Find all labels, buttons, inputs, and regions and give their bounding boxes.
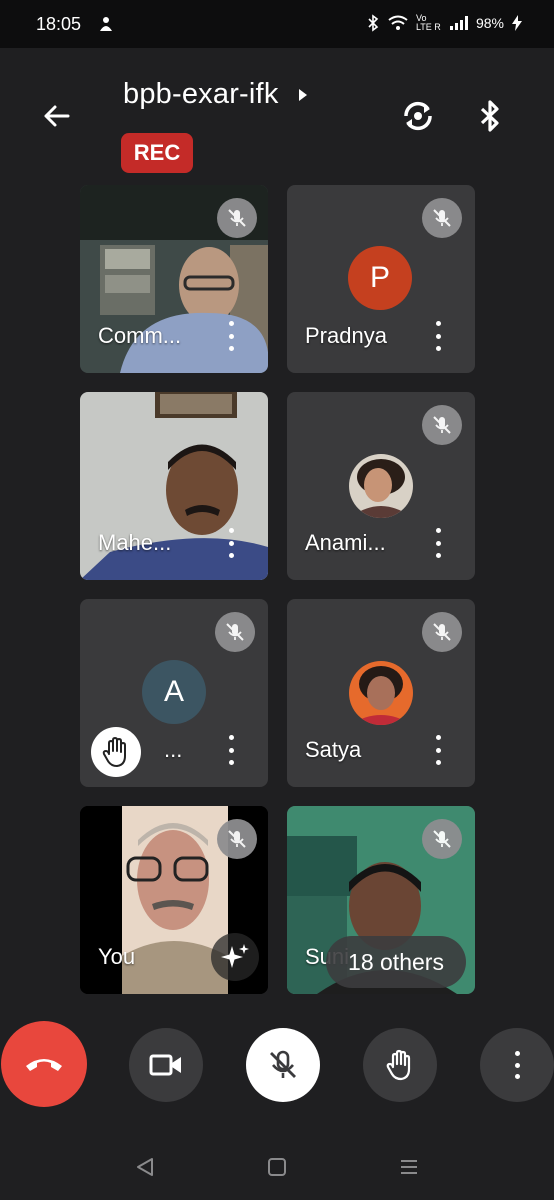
status-time: 18:05 [36,14,82,34]
participant-name: Comm... [98,323,182,348]
square-home-icon [268,1158,286,1176]
network-label: Vo LTE R [415,13,441,32]
participant-tile[interactable]: A ... [80,599,268,787]
mic-off-icon [270,1050,296,1078]
back-arrow-icon [44,105,70,127]
participant-tile[interactable]: Anami... [287,392,475,580]
status-icons: Vo LTE R 98% [366,14,522,32]
others-button[interactable]: 18 others [326,936,466,988]
signal-icon [449,16,468,30]
raised-hand-indicator [91,727,141,777]
more-options-icon[interactable] [227,528,235,558]
muted-indicator [422,405,462,445]
more-options-icon[interactable] [434,735,442,765]
muted-indicator [422,198,462,238]
participant-tile[interactable]: Satya [287,599,475,787]
status-bar: 18:05 Vo LTE R 98% [0,0,554,48]
mic-off-icon [228,209,246,227]
wifi-icon [388,15,408,30]
muted-indicator [215,612,255,652]
nav-home-button[interactable] [262,1152,292,1182]
bluetooth-audio-button[interactable] [470,96,510,136]
muted-indicator [217,819,257,859]
meeting-code: bpb-exar-ifk [123,78,279,110]
more-options-icon[interactable] [227,735,235,765]
bluetooth-status-icon [368,14,379,32]
nav-back-button[interactable] [130,1152,160,1182]
more-options-icon[interactable] [434,528,442,558]
participant-name: You [98,944,136,969]
system-nav-bar [0,1130,554,1200]
participant-name: Mahe... [98,530,172,555]
mic-off-icon [433,416,451,434]
muted-indicator [422,612,462,652]
hang-up-icon [26,1059,62,1071]
raise-hand-button[interactable] [363,1028,437,1102]
mic-off-icon [433,830,451,848]
participant-name: Satya [305,737,362,762]
effects-button[interactable] [211,933,259,981]
recording-badge: REC [121,133,193,173]
triangle-back-icon [137,1158,153,1176]
microphone-toggle-button[interactable] [246,1028,320,1102]
raise-hand-icon [386,1049,411,1081]
more-vert-icon [513,1051,521,1079]
mic-off-icon [228,830,246,848]
mic-off-icon [433,209,451,227]
more-options-icon[interactable] [434,321,442,351]
more-options-button[interactable] [480,1028,554,1102]
caret-right-icon [298,89,307,102]
mic-off-icon [433,623,451,641]
participant-tile[interactable]: Comm... [80,185,268,373]
participant-name: Pradnya [305,323,387,348]
avatar: A [142,660,206,724]
avatar [349,661,413,725]
muted-indicator [422,819,462,859]
video-camera-icon [149,1054,181,1076]
avatar: P [348,246,412,310]
nav-recents-button[interactable] [394,1152,424,1182]
participant-name: ... [164,737,183,762]
back-button[interactable] [36,96,76,136]
meeting-code-title[interactable]: bpb-exar-ifk [123,78,309,111]
avatar [349,454,413,518]
muted-indicator [217,198,257,238]
participant-tile[interactable]: P Pradnya [287,185,475,373]
end-call-button[interactable] [1,1021,87,1107]
participant-tile[interactable]: Mahe... [80,392,268,580]
raised-hand-icon [102,737,126,767]
camera-toggle-button[interactable] [129,1028,203,1102]
switch-camera-icon [404,101,432,131]
menu-recents-icon [401,1160,417,1174]
self-video-tile[interactable]: You [80,806,268,994]
more-options-icon[interactable] [227,321,235,351]
notification-icon [98,15,114,38]
mic-off-icon [226,623,244,641]
charging-icon [512,15,522,31]
sparkle-icon [221,944,249,968]
battery-percent: 98% [475,15,504,31]
switch-camera-button[interactable] [396,96,440,136]
bluetooth-icon [480,100,499,132]
participant-name: Anami... [305,530,386,555]
